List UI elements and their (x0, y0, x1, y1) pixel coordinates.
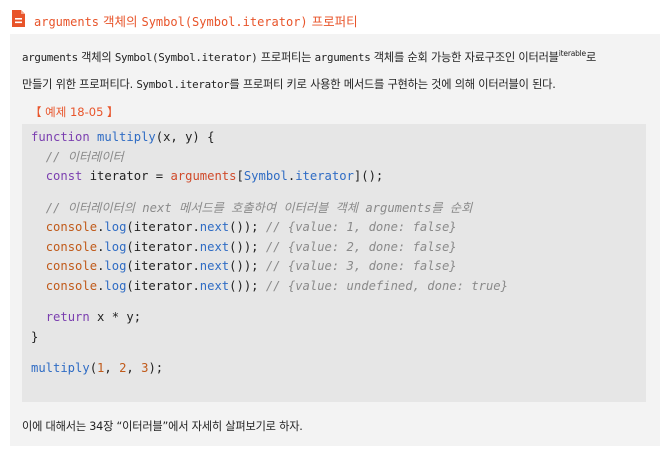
code-block: function multiply(x, y) { // 이터레이터 const… (22, 124, 646, 402)
code-line: console.log(iterator.next()); // {value:… (45, 220, 457, 234)
code-line: console.log(iterator.next()); // {value:… (45, 259, 457, 273)
footer-note: 이에 대해서는 34장 “이터러블”에서 자세히 살펴보기로 하자. (22, 420, 303, 433)
section-header: arguments 객체의 Symbol(Symbol.iterator) 프로… (10, 9, 660, 31)
code-line: // 이터레이터의 next 메서드를 호출하여 이터러블 객체 argumen… (45, 200, 473, 215)
intro-paragraph: arguments 객체의 Symbol(Symbol.iterator) 프로… (22, 49, 597, 91)
code-line: const iterator = arguments[Symbol.iterat… (45, 169, 384, 183)
code-line: console.log(iterator.next()); // {value:… (45, 239, 457, 254)
content-panel: arguments 객체의 Symbol(Symbol.iterator) 프로… (10, 34, 660, 446)
code-line: return x * y; (45, 310, 142, 324)
code-line: function multiply(x, y) { (31, 130, 215, 144)
section-title: arguments 객체의 Symbol(Symbol.iterator) 프로… (34, 14, 358, 29)
code-line: multiply(1, 2, 3); (31, 361, 164, 375)
code-line: } (31, 329, 39, 344)
code-line: // 이터레이터 (45, 149, 124, 164)
code-line: console.log(iterator.next()); // {value:… (45, 278, 508, 293)
example-label: 【 예제 18-05 】 (30, 105, 119, 119)
document-icon (12, 10, 25, 27)
